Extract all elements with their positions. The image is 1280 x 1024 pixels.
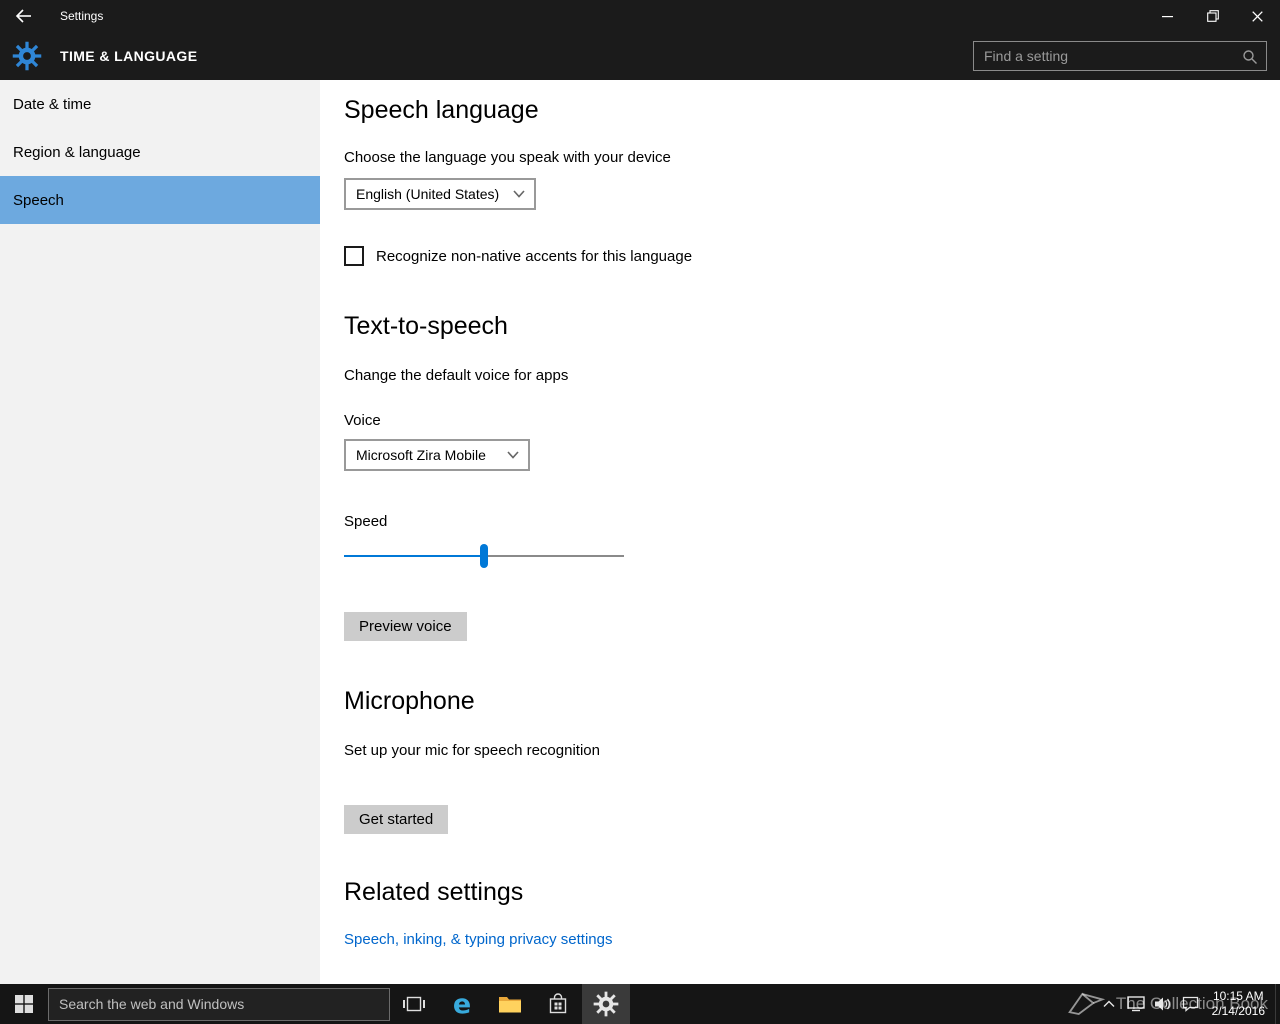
microphone-description: Set up your mic for speech recognition [344, 742, 600, 759]
caption-buttons [1145, 0, 1280, 32]
sidebar-item-speech[interactable]: Speech [0, 176, 320, 224]
page-title: TIME & LANGUAGE [60, 48, 198, 64]
speed-label: Speed [344, 513, 388, 530]
app-header: TIME & LANGUAGE [0, 32, 1280, 80]
volume-tray-button[interactable] [1150, 984, 1177, 1024]
language-dropdown[interactable]: English (United States) [344, 178, 536, 210]
store-bag-icon [549, 993, 567, 1014]
speech-language-heading: Speech language [344, 96, 539, 124]
show-desktop-button[interactable] [1275, 984, 1280, 1024]
speed-slider[interactable] [344, 544, 624, 568]
network-icon [1127, 996, 1145, 1012]
network-tray-button[interactable] [1123, 984, 1150, 1024]
main-content: Speech language Choose the language you … [320, 80, 1280, 984]
settings-gear-icon [12, 41, 42, 71]
settings-window: Settings TIME & LANGUAGE Find a setting … [0, 0, 1280, 1024]
minimize-button[interactable] [1145, 0, 1190, 32]
taskbar-search-input[interactable] [49, 988, 389, 1020]
chevron-down-icon [513, 190, 525, 198]
voice-dropdown[interactable]: Microsoft Zira Mobile [344, 439, 530, 471]
windows-logo-icon [15, 995, 33, 1013]
system-tray: 10:15 AM 2/14/2016 [1096, 984, 1280, 1024]
minimize-icon [1162, 15, 1173, 17]
voice-label: Voice [344, 412, 381, 429]
speed-slider-thumb[interactable] [480, 544, 488, 568]
speed-slider-fill [344, 555, 484, 557]
accent-checkbox-label[interactable]: Recognize non-native accents for this la… [376, 248, 692, 265]
microphone-heading: Microphone [344, 687, 475, 715]
get-started-button[interactable]: Get started [344, 805, 449, 834]
app-body: Date & time Region & language Speech Spe… [0, 80, 1280, 984]
start-button[interactable] [0, 984, 48, 1024]
clock-date: 2/14/2016 [1211, 1004, 1265, 1018]
text-to-speech-heading: Text-to-speech [344, 312, 508, 340]
settings-app-button[interactable] [582, 984, 630, 1024]
accent-checkbox-row: Recognize non-native accents for this la… [344, 246, 1240, 266]
tray-expand-button[interactable] [1096, 984, 1123, 1024]
accent-checkbox[interactable] [344, 246, 364, 266]
volume-icon [1155, 997, 1170, 1011]
folder-icon [499, 997, 521, 1013]
text-to-speech-description: Change the default voice for apps [344, 367, 569, 384]
taskbar-clock[interactable]: 10:15 AM 2/14/2016 [1204, 989, 1275, 1019]
edge-icon: e [452, 988, 472, 1020]
restore-button[interactable] [1190, 0, 1235, 32]
related-settings-heading: Related settings [344, 878, 524, 906]
clock-time: 10:15 AM [1212, 989, 1264, 1003]
sidebar-item-date-time[interactable]: Date & time [0, 80, 320, 128]
titlebar: Settings [0, 0, 1280, 32]
taskbar-searchbox[interactable] [48, 987, 390, 1021]
file-explorer-button[interactable] [486, 984, 534, 1024]
find-setting-searchbox[interactable] [973, 41, 1267, 71]
preview-voice-button[interactable]: Preview voice [344, 612, 467, 641]
chevron-down-icon [507, 451, 519, 459]
settings-gear-icon [593, 991, 619, 1017]
sidebar: Date & time Region & language Speech [0, 80, 320, 984]
store-button[interactable] [534, 984, 582, 1024]
close-button[interactable] [1235, 0, 1280, 32]
window-title: Settings [60, 9, 104, 23]
action-center-button[interactable] [1177, 984, 1204, 1024]
speech-language-description: Choose the language you speak with your … [344, 149, 671, 166]
back-arrow-icon [15, 9, 31, 23]
chevron-up-icon [1103, 1000, 1115, 1007]
sidebar-item-region-language[interactable]: Region & language [0, 128, 320, 176]
action-center-icon [1182, 996, 1198, 1012]
restore-icon [1206, 10, 1219, 22]
close-icon [1252, 10, 1263, 22]
language-dropdown-value: English (United States) [356, 186, 500, 202]
taskbar: e [0, 984, 1280, 1024]
edge-button[interactable]: e [438, 984, 486, 1024]
voice-dropdown-value: Microsoft Zira Mobile [356, 447, 486, 463]
task-view-button[interactable] [390, 984, 438, 1024]
back-button[interactable] [0, 0, 48, 32]
find-setting-input[interactable] [974, 42, 1266, 70]
privacy-settings-link[interactable]: Speech, inking, & typing privacy setting… [344, 931, 612, 948]
task-view-icon [403, 996, 425, 1012]
search-icon [1243, 50, 1257, 64]
